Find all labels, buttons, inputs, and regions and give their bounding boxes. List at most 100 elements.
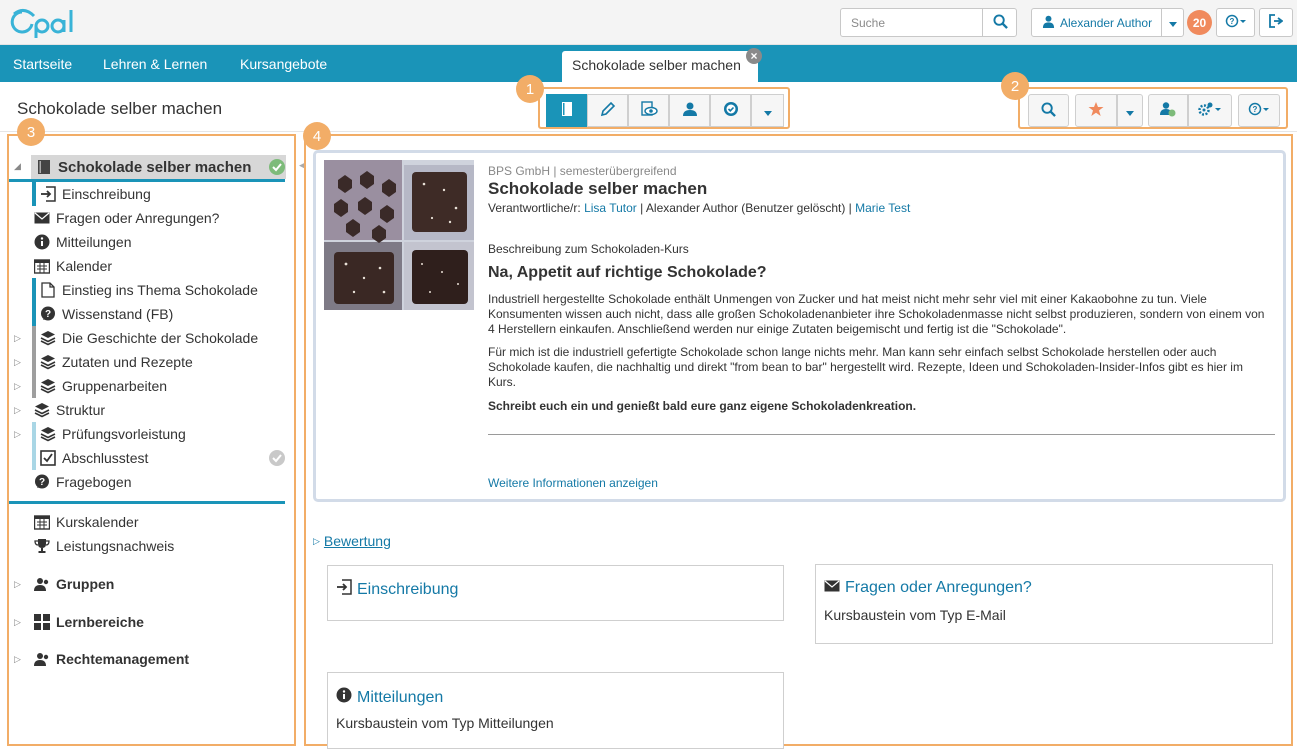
card-title-fragen[interactable]: Fragen oder Anregungen? bbox=[824, 579, 1032, 597]
enroll-icon bbox=[39, 185, 57, 203]
tree-item-abschlusstest[interactable]: Abschlusstest bbox=[39, 446, 279, 470]
tree-item-einstieg[interactable]: Einstieg ins Thema Schokolade bbox=[39, 278, 279, 302]
expand-icon[interactable]: ▷ bbox=[14, 579, 21, 590]
close-tab-icon[interactable]: × bbox=[746, 48, 762, 64]
user-menu-dropdown[interactable] bbox=[1161, 8, 1184, 37]
tree-item-kurskalender[interactable]: Kurskalender bbox=[33, 510, 283, 534]
search-input[interactable] bbox=[841, 9, 983, 36]
card-title-einschreibung[interactable]: Einschreibung bbox=[336, 579, 458, 600]
search-button[interactable] bbox=[983, 9, 1017, 36]
tree-section-rechtemanagement[interactable]: Rechtemanagement bbox=[33, 647, 283, 671]
tree-item-mitteilungen[interactable]: Mitteilungen bbox=[33, 230, 283, 254]
more-info-link[interactable]: Weitere Informationen anzeigen bbox=[488, 476, 658, 490]
card-mitteilungen[interactable] bbox=[327, 672, 784, 749]
tree-item-label: Mitteilungen bbox=[56, 234, 132, 250]
collapse-icon[interactable]: ◢ bbox=[14, 161, 21, 172]
description-headline: Na, Appetit auf richtige Schokolade? bbox=[488, 264, 767, 281]
tree-section-lernbereiche[interactable]: Lernbereiche bbox=[33, 610, 283, 634]
responsible-link-lisa-tutor[interactable]: Lisa Tutor bbox=[584, 201, 637, 215]
user-check-icon bbox=[1159, 101, 1177, 120]
questionnaire-icon: ? bbox=[33, 473, 51, 491]
tree-item-label: Gruppenarbeiten bbox=[62, 378, 168, 394]
assessment-button[interactable] bbox=[710, 94, 751, 127]
expand-icon[interactable]: ▷ bbox=[14, 429, 21, 440]
tree-item-fragebogen[interactable]: ? Fragebogen bbox=[33, 470, 283, 494]
more-tools-dropdown[interactable] bbox=[751, 94, 784, 127]
info-icon bbox=[336, 687, 352, 708]
course-tab-label: Schokolade selber machen bbox=[572, 57, 741, 73]
members-button[interactable] bbox=[669, 94, 710, 127]
description-paragraph-2: Für mich ist die industriell gefertigte … bbox=[488, 345, 1243, 389]
calendar-icon bbox=[33, 513, 51, 531]
opal-logo[interactable] bbox=[8, 4, 80, 40]
badge-check-icon bbox=[723, 101, 739, 120]
responsible-link-marie-test[interactable]: Marie Test bbox=[855, 201, 910, 215]
callout-2: 2 bbox=[1001, 72, 1029, 100]
favorite-button[interactable] bbox=[1075, 94, 1117, 127]
settings-menu-button[interactable] bbox=[1188, 94, 1232, 127]
rating-toggle[interactable]: ▷ Bewertung bbox=[313, 533, 391, 549]
layers-icon bbox=[39, 377, 57, 395]
nav-startseite[interactable]: Startseite bbox=[13, 56, 72, 72]
callout-3: 3 bbox=[17, 118, 45, 146]
tree-section-label: Rechtemanagement bbox=[56, 651, 190, 667]
user-menu-button[interactable]: Alexander Author bbox=[1031, 8, 1162, 37]
course-navigation-tree: ◢ Schokolade selber machen Einschreibung… bbox=[7, 134, 296, 746]
help-icon: ? bbox=[1248, 102, 1270, 119]
preview-button[interactable] bbox=[628, 94, 669, 127]
rating-link-label: Bewertung bbox=[323, 533, 391, 549]
mail-icon bbox=[824, 579, 840, 597]
mail-icon bbox=[33, 209, 51, 227]
tree-item-label: Zutaten und Rezepte bbox=[62, 354, 193, 370]
tree-item-zutaten[interactable]: Zutaten und Rezepte bbox=[39, 350, 279, 374]
callout-1: 1 bbox=[516, 75, 544, 103]
nav-lehren-lernen[interactable]: Lehren & Lernen bbox=[103, 56, 207, 72]
tree-item-gruppenarbeiten[interactable]: Gruppenarbeiten bbox=[39, 374, 279, 398]
tree-separator bbox=[9, 501, 285, 504]
tree-item-fragen[interactable]: Fragen oder Anregungen? bbox=[33, 206, 283, 230]
pending-check-icon bbox=[268, 449, 286, 470]
expand-icon[interactable]: ▷ bbox=[14, 654, 21, 665]
expand-icon[interactable]: ▷ bbox=[14, 381, 21, 392]
edit-course-button[interactable] bbox=[587, 94, 628, 127]
layers-icon bbox=[39, 353, 57, 371]
gears-icon bbox=[1197, 101, 1223, 120]
expand-icon[interactable]: ▷ bbox=[14, 333, 21, 344]
expand-icon[interactable]: ▷ bbox=[14, 357, 21, 368]
course-tab[interactable]: Schokolade selber machen bbox=[562, 51, 758, 82]
svg-text:?: ? bbox=[45, 309, 51, 320]
user-icon bbox=[1042, 15, 1055, 31]
tree-item-wissenstand[interactable]: ? Wissenstand (FB) bbox=[39, 302, 279, 326]
card-title-mitteilungen[interactable]: Mitteilungen bbox=[336, 687, 443, 708]
tree-section-gruppen[interactable]: Gruppen bbox=[33, 572, 283, 596]
star-icon bbox=[1088, 101, 1104, 120]
book-icon bbox=[559, 101, 575, 120]
tree-root[interactable]: Schokolade selber machen bbox=[35, 155, 285, 179]
nav-kursangebote[interactable]: Kursangebote bbox=[240, 56, 327, 72]
info-icon bbox=[33, 233, 51, 251]
tree-item-kalender[interactable]: Kalender bbox=[33, 254, 283, 278]
checkbox-icon bbox=[39, 449, 57, 467]
course-actions-toolbar: ? bbox=[1018, 87, 1288, 129]
expand-icon[interactable]: ▷ bbox=[14, 617, 21, 628]
tree-item-einschreibung[interactable]: Einschreibung bbox=[39, 182, 279, 206]
user-name: Alexander Author bbox=[1060, 15, 1153, 30]
favorite-dropdown[interactable] bbox=[1117, 94, 1143, 127]
tree-item-pruefungsvorleistung[interactable]: Prüfungsvorleistung bbox=[39, 422, 279, 446]
logout-button[interactable] bbox=[1259, 8, 1293, 37]
search-course-button[interactable] bbox=[1028, 94, 1069, 127]
tree-item-geschichte[interactable]: Die Geschichte der Schokolade bbox=[39, 326, 279, 350]
help-menu-button[interactable]: ? bbox=[1216, 8, 1255, 37]
expand-icon[interactable]: ▷ bbox=[14, 405, 21, 416]
tree-item-struktur[interactable]: Struktur bbox=[33, 398, 283, 422]
search-icon bbox=[1041, 101, 1056, 120]
eye-icon bbox=[640, 101, 658, 120]
view-course-button[interactable] bbox=[546, 94, 587, 127]
notification-badge[interactable]: 20 bbox=[1187, 10, 1212, 35]
caret-down-icon bbox=[1168, 16, 1177, 30]
user-status-button[interactable] bbox=[1148, 94, 1188, 127]
page-title: Schokolade selber machen bbox=[17, 99, 223, 118]
course-help-button[interactable]: ? bbox=[1238, 94, 1280, 127]
tree-item-leistungsnachweis[interactable]: Leistungsnachweis bbox=[33, 534, 283, 558]
card-fragen[interactable] bbox=[815, 564, 1273, 644]
